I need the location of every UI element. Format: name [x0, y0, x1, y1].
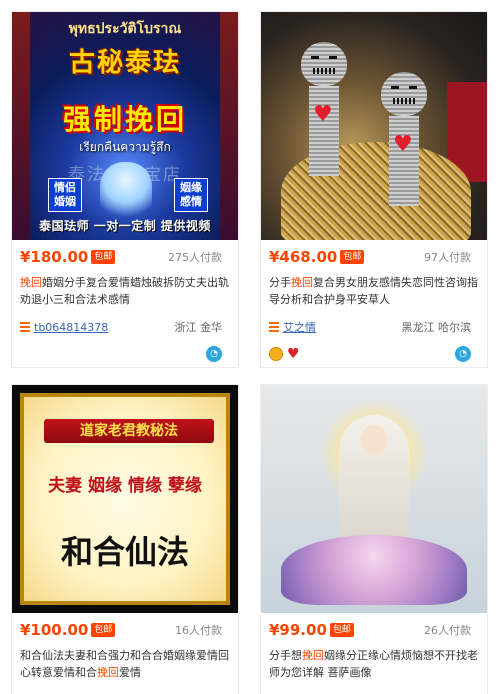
image-tag-left: 情侣婚姻	[48, 178, 82, 212]
title-text: 分手	[269, 276, 291, 289]
image-footer-text: 泰国珐师 一对一定制 提供视频	[39, 219, 211, 233]
gold-frame: 道家老君教秘法 夫妻 姻缘 情缘 孽缘 和合仙法	[20, 393, 230, 605]
price-row: ¥99.00 包邮 26人付款	[269, 613, 479, 647]
product-title[interactable]: 挽回婚姻分手复合爱情蜡烛破拆防丈夫出轨劝退小三和合法术感情	[20, 274, 230, 310]
product-card[interactable]: ¥99.00 包邮 26人付款 分手想挽回姻缘分正缘心情烦恼想不开找老师为您详解…	[260, 384, 488, 694]
title-text: 婚姻分手复合爱情蜡烛破拆防丈夫出轨劝退小三和合法术感情	[20, 276, 229, 306]
heart-icon: ♥	[313, 102, 333, 127]
product-title[interactable]: 和合仙法夫妻和合强力和合合婚姻缘爱情回心转意爱情和合挽回爱情	[20, 647, 230, 683]
price: ¥180.00	[20, 248, 89, 266]
image-main-text: 和合仙法	[60, 533, 189, 571]
image-tag-right: 姻缘感情	[174, 178, 208, 212]
buddha-figure	[100, 162, 152, 222]
shop-location: 黑龙江 哈尔滨	[401, 321, 472, 334]
straw-doll: ♥	[381, 72, 427, 206]
image-thai-heading: พุทธประวัติโบราณ	[68, 21, 182, 37]
title-text: 爱情	[119, 666, 141, 679]
title-highlight: 挽回	[302, 649, 324, 662]
paid-count: 275人付款	[168, 251, 222, 264]
title-highlight: 挽回	[291, 276, 313, 289]
product-image[interactable]: พุทธประวัติโบราณ 古秘泰珐 强制挽回 เรียกคืนความร…	[12, 12, 238, 240]
image-subtitle: 夫妻 姻缘 情缘 孽缘	[48, 476, 202, 496]
wangwang-chat-icon[interactable]: ◔	[455, 346, 471, 362]
heart-icon: ♥	[393, 132, 413, 157]
wangwang-chat-icon[interactable]: ◔	[206, 346, 222, 362]
bodhisattva-face	[361, 425, 387, 455]
product-card[interactable]: 道家老君教秘法 夫妻 姻缘 情缘 孽缘 和合仙法 ¥100.00 包邮 16人付…	[11, 384, 239, 694]
free-shipping-badge: 包邮	[91, 250, 116, 264]
product-card[interactable]: ♥ ♥ ¥468.00 包邮 97人付款 分手挽回复合男女朋友感情失恋同性咨询指…	[260, 11, 488, 368]
free-shipping-badge: 包邮	[91, 623, 116, 637]
shop-list-icon	[20, 322, 30, 332]
paid-count: 97人付款	[424, 251, 471, 264]
shop-list-icon	[269, 322, 279, 332]
product-image[interactable]: ♥ ♥	[261, 12, 487, 240]
product-image[interactable]: 道家老君教秘法 夫妻 姻缘 情缘 孽缘 和合仙法	[12, 385, 238, 613]
straw-doll: ♥	[301, 42, 347, 176]
heart-icon[interactable]: ♥	[287, 347, 300, 361]
price-row: ¥100.00 包邮 16人付款	[20, 613, 230, 647]
title-highlight: 挽回	[97, 666, 119, 679]
shop-name-link[interactable]: 艾之情	[283, 319, 316, 335]
paid-count: 26人付款	[424, 624, 471, 637]
shop-row: tb064814378 浙江 金华	[20, 314, 230, 340]
price: ¥100.00	[20, 621, 89, 639]
image-headline: 古秘泰珐	[68, 48, 181, 78]
title-highlight: 挽回	[20, 276, 42, 289]
price: ¥99.00	[269, 621, 327, 639]
badge-row: ◔	[20, 340, 230, 367]
product-image[interactable]	[261, 385, 487, 613]
price: ¥468.00	[269, 248, 338, 266]
lotus-flower	[281, 535, 467, 605]
image-main-text: 强制挽回	[62, 103, 187, 136]
shop-row: 艾之情 黑龙江 哈尔滨	[269, 314, 479, 340]
badge-row: ♥ ◔	[269, 340, 479, 367]
free-shipping-badge: 包邮	[329, 623, 354, 637]
product-grid: พุทธประวัติโบราณ 古秘泰珐 强制挽回 เรียกคืนความร…	[0, 0, 500, 694]
free-shipping-badge: 包邮	[340, 250, 365, 264]
image-thai-subheading: เรียกคืนความรู้สึก	[79, 140, 171, 154]
price-row: ¥468.00 包邮 97人付款	[269, 240, 479, 274]
image-banner: 道家老君教秘法	[44, 419, 214, 443]
shop-name-link[interactable]: tb064814378	[34, 321, 108, 334]
shop-location: 浙江 金华	[174, 321, 223, 334]
product-card[interactable]: พุทธประวัติโบราณ 古秘泰珐 强制挽回 เรียกคืนความร…	[11, 11, 239, 368]
gold-medal-icon[interactable]	[269, 347, 283, 361]
title-text: 分手想	[269, 649, 302, 662]
product-title[interactable]: 分手挽回复合男女朋友感情失恋同性咨询指导分析和合护身平安草人	[269, 274, 479, 310]
product-title[interactable]: 分手想挽回姻缘分正缘心情烦恼想不开找老师为您详解 菩萨画像	[269, 647, 479, 683]
price-row: ¥180.00 包邮 275人付款	[20, 240, 230, 274]
paid-count: 16人付款	[175, 624, 222, 637]
